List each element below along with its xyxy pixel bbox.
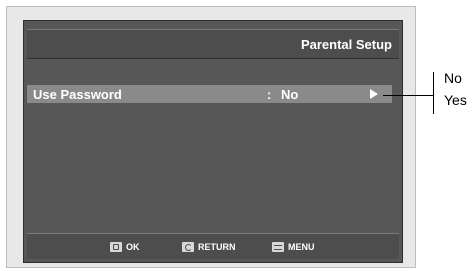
return-label: RETURN xyxy=(198,242,236,252)
callout-bracket xyxy=(433,72,434,114)
title-bar: Parental Setup xyxy=(27,29,399,59)
ok-label: OK xyxy=(126,242,140,252)
row-colon: : xyxy=(267,87,272,102)
callout-leader-line xyxy=(383,95,433,96)
callout-option-no: No xyxy=(444,70,462,86)
ok-button[interactable]: OK xyxy=(110,241,140,253)
osd-screen: Parental Setup Use Password : No OK RETU… xyxy=(23,20,403,263)
page-title: Parental Setup xyxy=(300,37,392,52)
menu-label: MENU xyxy=(288,242,315,252)
callout-option-yes: Yes xyxy=(444,92,467,108)
footer-bar: OK RETURN MENU xyxy=(27,233,399,259)
return-button[interactable]: RETURN xyxy=(182,241,236,253)
menu-button[interactable]: MENU xyxy=(272,241,315,253)
row-value: No xyxy=(281,87,299,102)
return-icon xyxy=(182,242,194,252)
right-arrow-icon[interactable] xyxy=(370,89,378,99)
menu-row-use-password[interactable]: Use Password : No xyxy=(27,85,392,103)
row-label: Use Password xyxy=(33,87,122,102)
menu-icon xyxy=(272,242,284,252)
enter-icon xyxy=(110,242,122,252)
